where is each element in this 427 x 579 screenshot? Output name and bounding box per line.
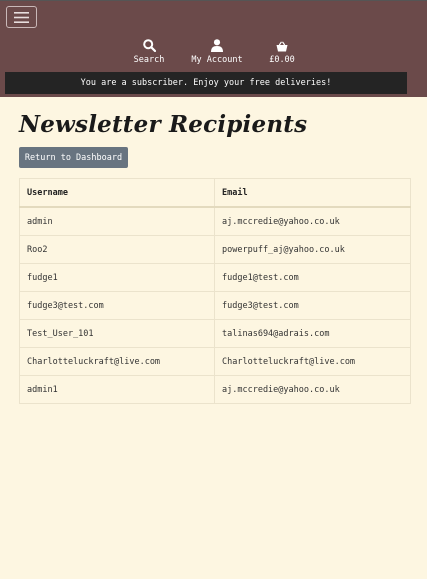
username-cell: Test_User_101 <box>19 319 215 348</box>
banner-text: You are a subscriber. Enjoy your free de… <box>80 78 332 88</box>
main-nav: Search My Account £0.00 <box>0 38 427 68</box>
username-cell: admin <box>19 206 215 236</box>
user-icon <box>211 38 223 52</box>
username-cell: fudge3@test.com <box>19 291 215 320</box>
bag-total: £0.00 <box>269 55 295 65</box>
nav-search-label: Search <box>133 55 165 65</box>
page-title: Newsletter Recipients <box>19 111 308 138</box>
email-cell: aj.mccredie@yahoo.co.uk <box>214 206 411 236</box>
table-row: admin aj.mccredie@yahoo.co.uk <box>19 206 411 236</box>
email-cell: Charlotteluckraft@live.com <box>214 347 411 376</box>
email-cell: powerpuff_aj@yahoo.co.uk <box>214 235 411 264</box>
table-row: Roo2 powerpuff_aj@yahoo.co.uk <box>19 235 411 264</box>
nav-my-account[interactable]: My Account <box>188 38 246 65</box>
recipients-table: Username Email admin aj.mccredie@yahoo.c… <box>19 178 411 404</box>
nav-account-label: My Account <box>191 55 243 65</box>
username-cell: admin1 <box>19 375 215 404</box>
email-cell: talinas694@adrais.com <box>214 319 411 348</box>
table-header-row: Username Email <box>19 178 411 208</box>
table-row: fudge3@test.com fudge3@test.com <box>19 291 411 320</box>
table-row: admin1 aj.mccredie@yahoo.co.uk <box>19 375 411 404</box>
column-header-username: Username <box>19 178 215 208</box>
subscriber-banner: You are a subscriber. Enjoy your free de… <box>5 72 407 94</box>
nav-search[interactable]: Search <box>128 38 170 65</box>
username-cell: Charlotteluckraft@live.com <box>19 347 215 376</box>
username-cell: fudge1 <box>19 263 215 292</box>
hamburger-icon <box>14 8 29 27</box>
menu-toggle-button[interactable] <box>6 6 37 28</box>
email-cell: fudge3@test.com <box>214 291 411 320</box>
site-header: Search My Account £0.00 You are a subscr… <box>0 0 427 97</box>
email-cell: fudge1@test.com <box>214 263 411 292</box>
table-row: Charlotteluckraft@live.com Charlotteluck… <box>19 347 411 376</box>
return-to-dashboard-button[interactable]: Return to Dashboard <box>19 147 128 168</box>
table-row: fudge1 fudge1@test.com <box>19 263 411 292</box>
nav-shopping-bag[interactable]: £0.00 <box>264 38 300 65</box>
email-cell: aj.mccredie@yahoo.co.uk <box>214 375 411 404</box>
shopping-basket-icon <box>276 38 288 52</box>
column-header-email: Email <box>214 178 411 208</box>
table-row: Test_User_101 talinas694@adrais.com <box>19 319 411 348</box>
username-cell: Roo2 <box>19 235 215 264</box>
search-icon <box>142 38 156 52</box>
